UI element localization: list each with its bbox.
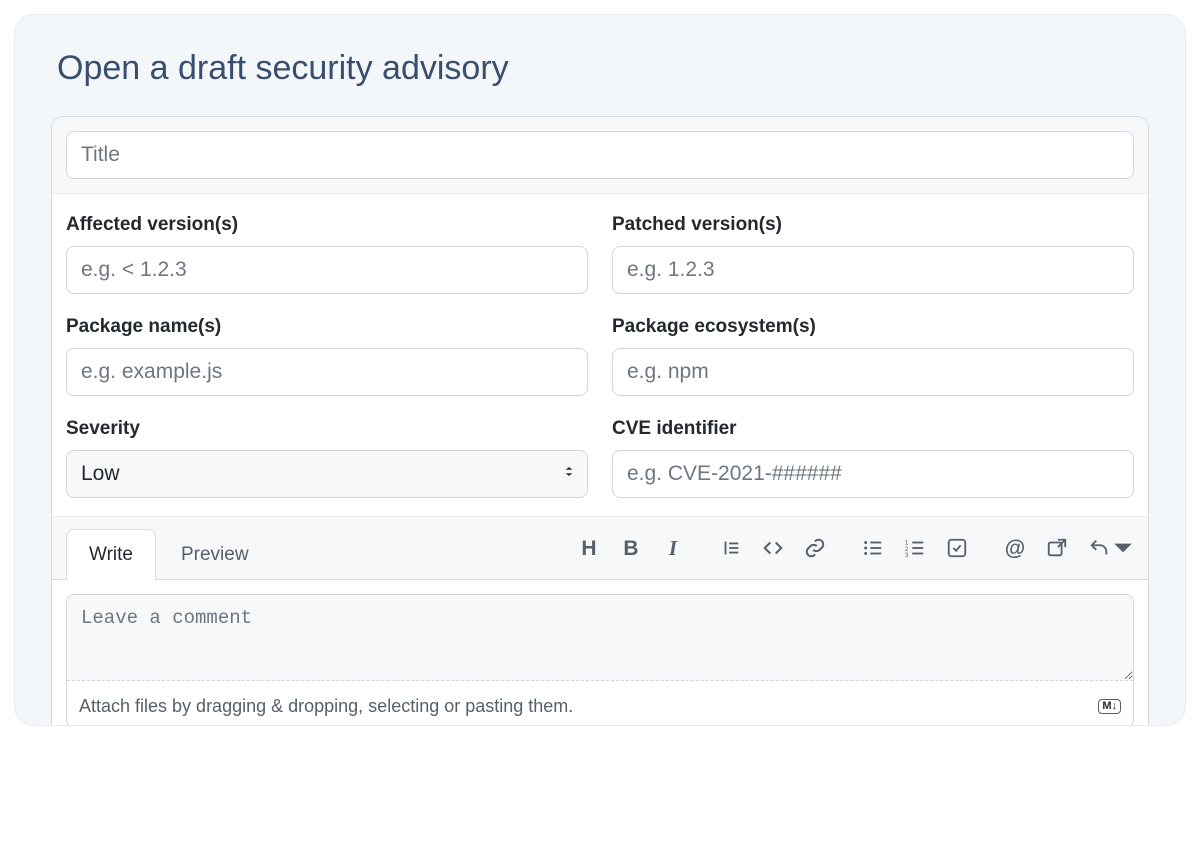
tab-write[interactable]: Write: [66, 529, 156, 580]
reply-icon[interactable]: [1088, 537, 1134, 559]
attach-hint-text: Attach files by dragging & dropping, sel…: [79, 696, 573, 717]
package-name-label: Package name(s): [66, 316, 588, 338]
markdown-badge-icon: M↓: [1098, 699, 1121, 714]
package-ecosystem-label: Package ecosystem(s): [612, 316, 1134, 338]
severity-label: Severity: [66, 418, 588, 440]
bullet-list-icon[interactable]: [862, 537, 884, 559]
cross-reference-icon[interactable]: [1046, 537, 1068, 559]
link-icon[interactable]: [804, 537, 826, 559]
bold-icon[interactable]: B: [620, 537, 642, 559]
attach-hint-row[interactable]: Attach files by dragging & dropping, sel…: [67, 686, 1133, 726]
comment-area: Attach files by dragging & dropping, sel…: [52, 580, 1148, 726]
severity-select[interactable]: Low: [66, 450, 588, 498]
quote-icon[interactable]: [720, 537, 742, 559]
patched-versions-input[interactable]: [612, 246, 1134, 294]
task-list-icon[interactable]: [946, 537, 968, 559]
tab-preview[interactable]: Preview: [158, 529, 272, 580]
svg-text:3: 3: [905, 552, 909, 559]
advisory-form: Affected version(s) Patched version(s) P…: [51, 116, 1149, 726]
form-body: Affected version(s) Patched version(s) P…: [52, 194, 1148, 516]
italic-icon[interactable]: I: [662, 537, 684, 559]
patched-versions-label: Patched version(s): [612, 214, 1134, 236]
page-container: Open a draft security advisory Affected …: [14, 14, 1186, 726]
cve-label: CVE identifier: [612, 418, 1134, 440]
title-input[interactable]: [66, 131, 1134, 179]
title-section: [52, 117, 1148, 194]
code-icon[interactable]: [762, 537, 784, 559]
heading-icon[interactable]: H: [578, 537, 600, 559]
package-name-input[interactable]: [66, 348, 588, 396]
page-title: Open a draft security advisory: [57, 49, 1143, 88]
package-ecosystem-input[interactable]: [612, 348, 1134, 396]
comment-box: Attach files by dragging & dropping, sel…: [66, 594, 1134, 726]
cve-input[interactable]: [612, 450, 1134, 498]
mention-icon[interactable]: @: [1004, 537, 1026, 559]
editor-toolbar: H B I: [578, 529, 1134, 567]
editor-tabbar: Write Preview H B I: [52, 516, 1148, 580]
numbered-list-icon[interactable]: 123: [904, 537, 926, 559]
affected-versions-label: Affected version(s): [66, 214, 588, 236]
affected-versions-input[interactable]: [66, 246, 588, 294]
comment-textarea[interactable]: [67, 595, 1133, 681]
